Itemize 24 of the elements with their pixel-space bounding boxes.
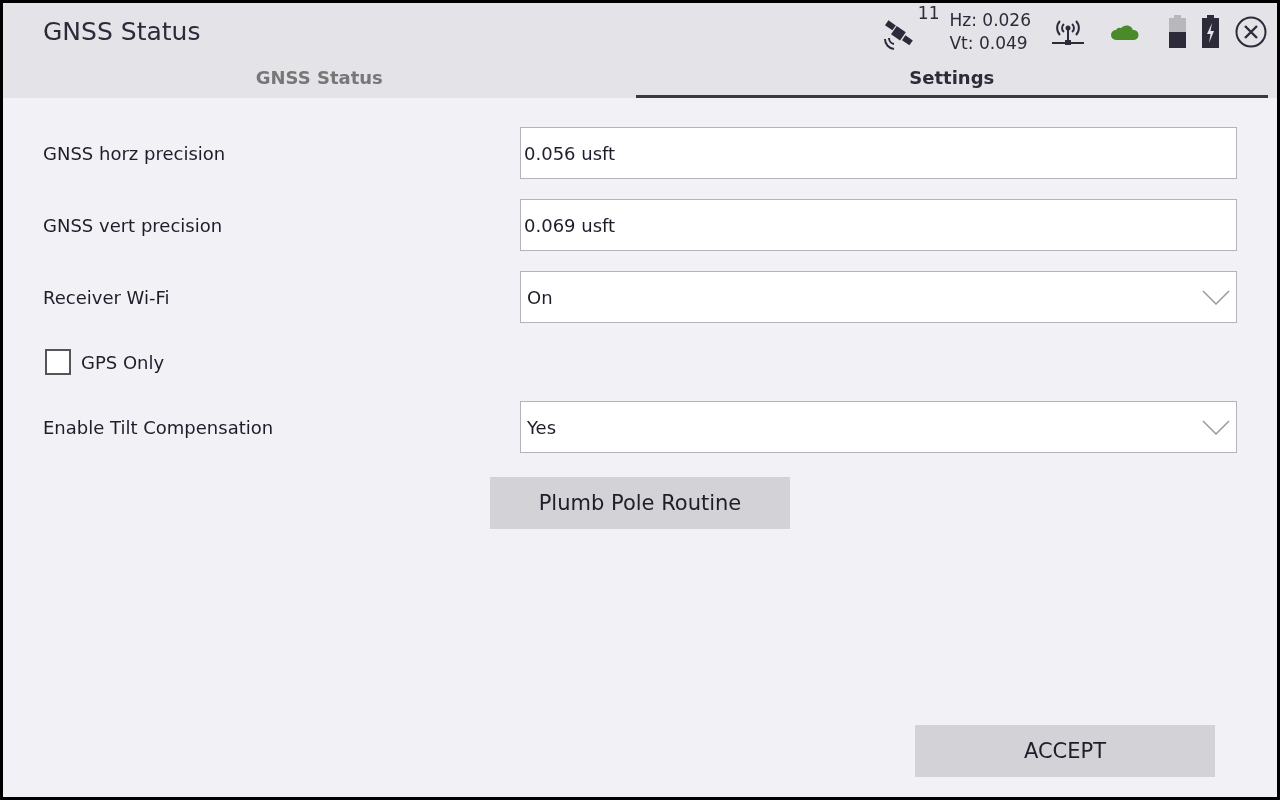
- dropdown[interactable]: On: [520, 271, 1237, 323]
- charging-battery-icon[interactable]: [1202, 15, 1219, 48]
- field-label: GNSS horz precision: [43, 142, 227, 164]
- chevron-down-icon: [1202, 419, 1230, 435]
- input-field[interactable]: 0.069 usft: [520, 199, 1237, 251]
- accept-button[interactable]: ACCEPT: [915, 725, 1215, 777]
- chevron-down-icon: [1202, 289, 1230, 305]
- dropdown[interactable]: Yes: [520, 401, 1237, 453]
- field-label: Receiver Wi-Fi: [43, 286, 171, 308]
- vertical-precision: Vt: 0.049: [949, 31, 1029, 55]
- field-label: GNSS vert precision: [43, 214, 224, 236]
- cloud-icon[interactable]: [1111, 23, 1139, 40]
- input-field[interactable]: 0.056 usft: [520, 127, 1237, 179]
- close-icon[interactable]: [1235, 15, 1267, 48]
- battery-icon[interactable]: [1169, 15, 1186, 48]
- tab[interactable]: GNSS Status: [3, 60, 636, 98]
- horizontal-precision: Hz: 0.026: [949, 8, 1031, 32]
- checkbox[interactable]: [45, 349, 71, 375]
- satellite-count: 11: [917, 3, 940, 23]
- checkbox-label: GPS Only: [81, 351, 165, 373]
- plumb-pole-routine-button[interactable]: Plumb Pole Routine: [490, 477, 790, 529]
- window-title: GNSS Status: [43, 17, 202, 46]
- tab[interactable]: Settings: [635, 60, 1268, 98]
- field-label: Enable Tilt Compensation: [43, 416, 275, 438]
